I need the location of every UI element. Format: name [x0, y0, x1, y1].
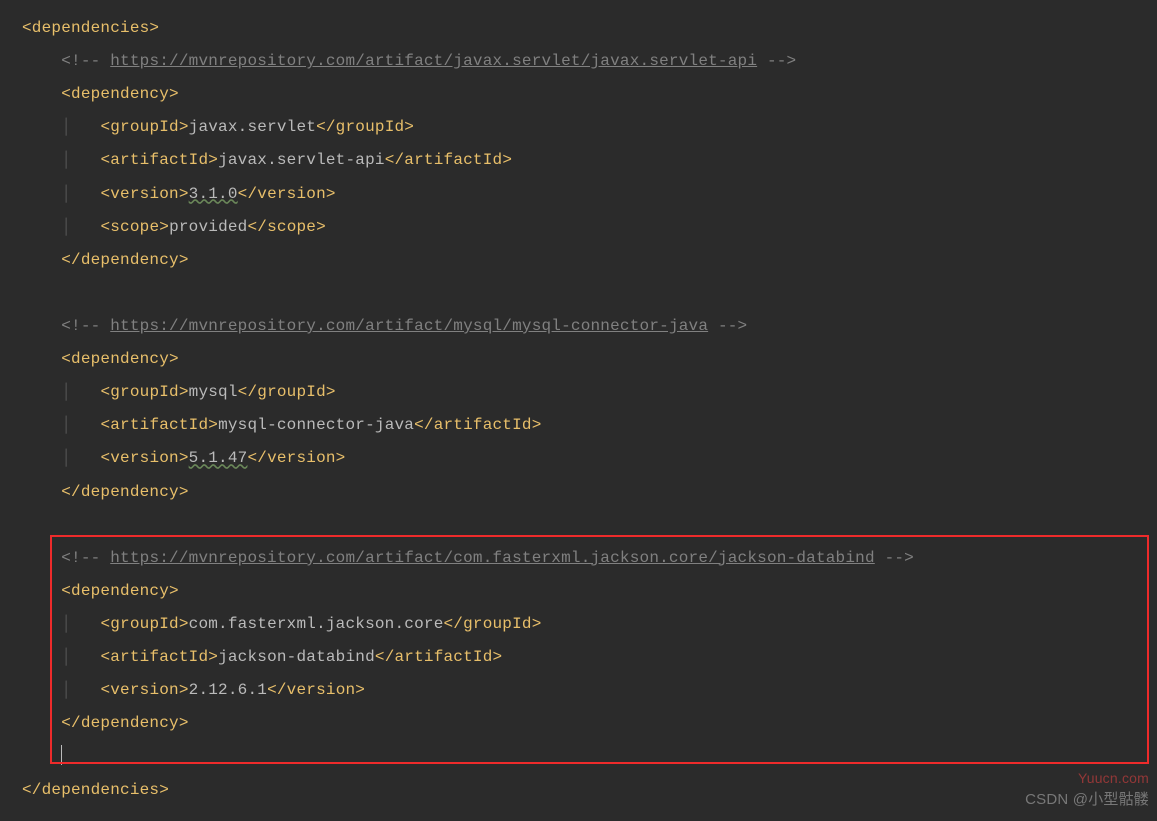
xml-tag: </artifactId> — [375, 648, 502, 666]
xml-tag: </artifactId> — [385, 151, 512, 169]
code-line: │ <groupId>javax.servlet</groupId> — [22, 111, 1157, 144]
xml-text: javax.servlet-api — [218, 151, 385, 169]
code-line: │ <version>2.12.6.1</version> — [22, 674, 1157, 707]
xml-tag: </version> — [238, 185, 336, 203]
xml-tag: </groupId> — [238, 383, 336, 401]
xml-text: javax.servlet — [189, 118, 316, 136]
xml-tag: <groupId> — [100, 615, 188, 633]
xml-text: jackson-databind — [218, 648, 375, 666]
xml-tag: <groupId> — [100, 383, 188, 401]
code-line: │ <version>3.1.0</version> — [22, 178, 1157, 211]
xml-tag: <version> — [100, 449, 188, 467]
xml-tag: <dependency> — [61, 582, 179, 600]
code-line: <!-- https://mvnrepository.com/artifact/… — [22, 45, 1157, 78]
comment-open: <!-- — [61, 52, 110, 70]
code-line: │ <groupId>com.fasterxml.jackson.core</g… — [22, 608, 1157, 641]
code-line: </dependencies> — [22, 774, 1157, 807]
blank-line — [22, 277, 1157, 310]
xml-tag: <groupId> — [100, 118, 188, 136]
comment-url[interactable]: https://mvnrepository.com/artifact/com.f… — [110, 549, 875, 567]
code-line: │ <artifactId>javax.servlet-api</artifac… — [22, 144, 1157, 177]
code-line: </dependency> — [22, 476, 1157, 509]
code-line: │ <artifactId>mysql-connector-java</arti… — [22, 409, 1157, 442]
xml-tag: <version> — [100, 185, 188, 203]
xml-text-typo: 3.1.0 — [189, 185, 238, 203]
indent-guide: │ — [61, 118, 100, 136]
xml-tag: <artifactId> — [100, 648, 218, 666]
code-editor-area[interactable]: <dependencies> <!-- https://mvnrepositor… — [0, 0, 1157, 807]
indent-guide: │ — [61, 615, 100, 633]
blank-line — [22, 509, 1157, 542]
code-line: <dependency> — [22, 343, 1157, 376]
xml-tag: </dependencies> — [22, 781, 169, 799]
indent-guide: │ — [61, 681, 100, 699]
indent-guide: │ — [61, 383, 100, 401]
watermark: CSDN @小型骷髅 — [1025, 784, 1149, 815]
indent-guide: │ — [61, 185, 100, 203]
xml-tag: </version> — [247, 449, 345, 467]
code-line: │ <scope>provided</scope> — [22, 211, 1157, 244]
xml-tag: </dependency> — [61, 483, 188, 501]
indent-guide: │ — [61, 416, 100, 434]
code-line: │ <version>5.1.47</version> — [22, 442, 1157, 475]
xml-tag: </groupId> — [444, 615, 542, 633]
comment-close: --> — [708, 317, 747, 335]
code-line: </dependency> — [22, 244, 1157, 277]
xml-tag: </scope> — [247, 218, 325, 236]
xml-tag: <artifactId> — [100, 416, 218, 434]
xml-text: mysql-connector-java — [218, 416, 414, 434]
indent-guide: │ — [61, 151, 100, 169]
xml-tag: <scope> — [100, 218, 169, 236]
code-line: <!-- https://mvnrepository.com/artifact/… — [22, 310, 1157, 343]
xml-tag: <artifactId> — [100, 151, 218, 169]
code-line: │ <groupId>mysql</groupId> — [22, 376, 1157, 409]
xml-tag: </groupId> — [316, 118, 414, 136]
code-line: <!-- https://mvnrepository.com/artifact/… — [22, 542, 1157, 575]
xml-tag: </artifactId> — [414, 416, 541, 434]
comment-url[interactable]: https://mvnrepository.com/artifact/mysql… — [110, 317, 708, 335]
cursor-line[interactable] — [22, 740, 1157, 773]
comment-close: --> — [875, 549, 914, 567]
xml-tag: <version> — [100, 681, 188, 699]
comment-close: --> — [757, 52, 796, 70]
text-cursor — [61, 745, 62, 765]
xml-tag: <dependency> — [61, 85, 179, 103]
xml-text: com.fasterxml.jackson.core — [189, 615, 444, 633]
indent-guide: │ — [61, 648, 100, 666]
xml-tag: <dependencies> — [22, 19, 159, 37]
xml-text: provided — [169, 218, 247, 236]
code-line: <dependencies> — [22, 12, 1157, 45]
code-line: │ <artifactId>jackson-databind</artifact… — [22, 641, 1157, 674]
xml-text-typo: 5.1.47 — [189, 449, 248, 467]
comment-url[interactable]: https://mvnrepository.com/artifact/javax… — [110, 52, 757, 70]
xml-text: mysql — [189, 383, 238, 401]
xml-tag: <dependency> — [61, 350, 179, 368]
indent-guide: │ — [61, 218, 100, 236]
xml-tag: </dependency> — [61, 714, 188, 732]
comment-open: <!-- — [61, 317, 110, 335]
indent-guide: │ — [61, 449, 100, 467]
comment-open: <!-- — [61, 549, 110, 567]
code-line: </dependency> — [22, 707, 1157, 740]
code-line: <dependency> — [22, 575, 1157, 608]
xml-text: 2.12.6.1 — [189, 681, 267, 699]
code-line: <dependency> — [22, 78, 1157, 111]
xml-tag: </version> — [267, 681, 365, 699]
xml-tag: </dependency> — [61, 251, 188, 269]
